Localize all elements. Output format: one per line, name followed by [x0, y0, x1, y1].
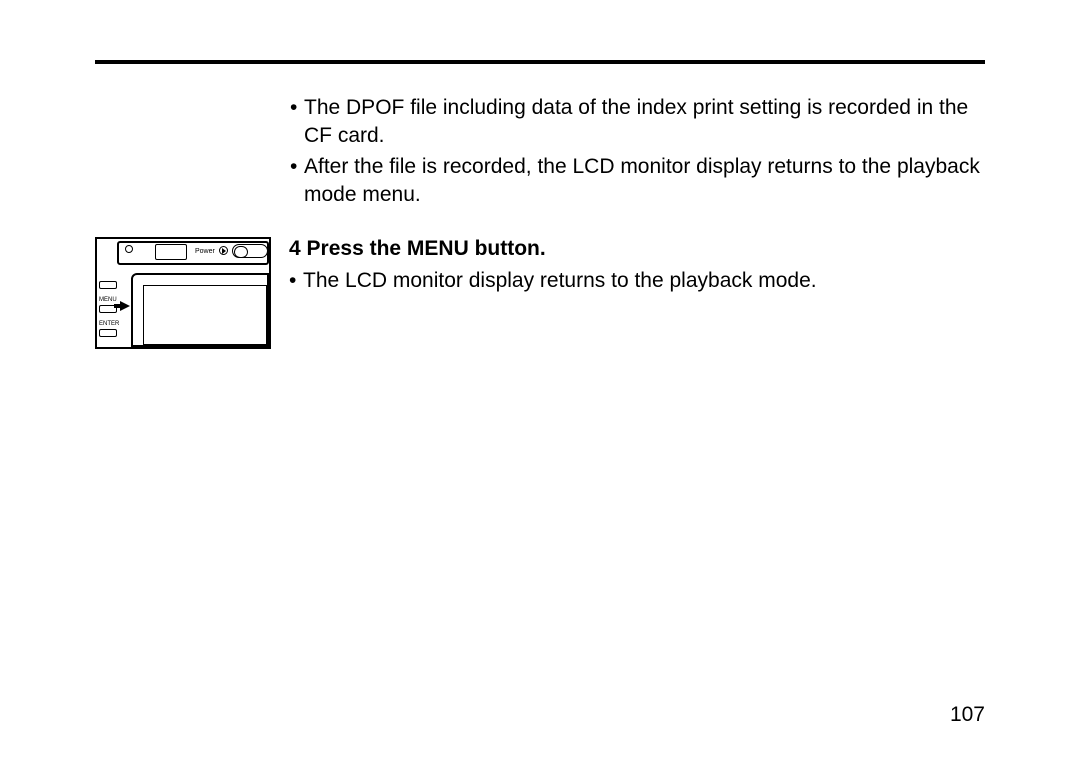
bullet-text: The LCD monitor display returns to the p… [303, 267, 985, 295]
bullet-item: • The DPOF file including data of the in… [290, 94, 985, 151]
top-rule [95, 60, 985, 64]
step-block: Power MENU ENTER 4 Press the ME [95, 237, 985, 349]
bullet-item: • The LCD monitor display returns to the… [289, 267, 985, 295]
display-icon [155, 244, 187, 260]
lcd-screen [131, 273, 269, 347]
bullet-dot-icon: • [290, 94, 304, 122]
bullet-text: The DPOF file including data of the inde… [304, 94, 985, 151]
step-title-text: Press the MENU button. [307, 237, 546, 260]
intro-bullets: • The DPOF file including data of the in… [290, 94, 985, 209]
page: • The DPOF file including data of the in… [0, 0, 1080, 765]
side-buttons: MENU ENTER [99, 279, 125, 345]
bullet-item: • After the file is recorded, the LCD mo… [290, 153, 985, 210]
arrow-icon [120, 301, 130, 311]
bullet-dot-icon: • [290, 153, 304, 181]
power-slider-icon [232, 244, 268, 258]
enter-btn-label: ENTER [99, 321, 125, 327]
power-label: Power [195, 248, 215, 255]
display-button-icon [99, 281, 117, 289]
enter-button-icon [99, 329, 117, 337]
step-number: 4 [289, 237, 301, 260]
camera-diagram: Power MENU ENTER [95, 237, 271, 349]
page-number: 107 [950, 703, 985, 727]
step-text: 4 Press the MENU button. • The LCD monit… [289, 237, 985, 297]
step-sub: • The LCD monitor display returns to the… [289, 267, 985, 295]
step-title: 4 Press the MENU button. [289, 237, 985, 261]
bullet-dot-icon: • [289, 267, 303, 295]
bullet-text: After the file is recorded, the LCD moni… [304, 153, 985, 210]
